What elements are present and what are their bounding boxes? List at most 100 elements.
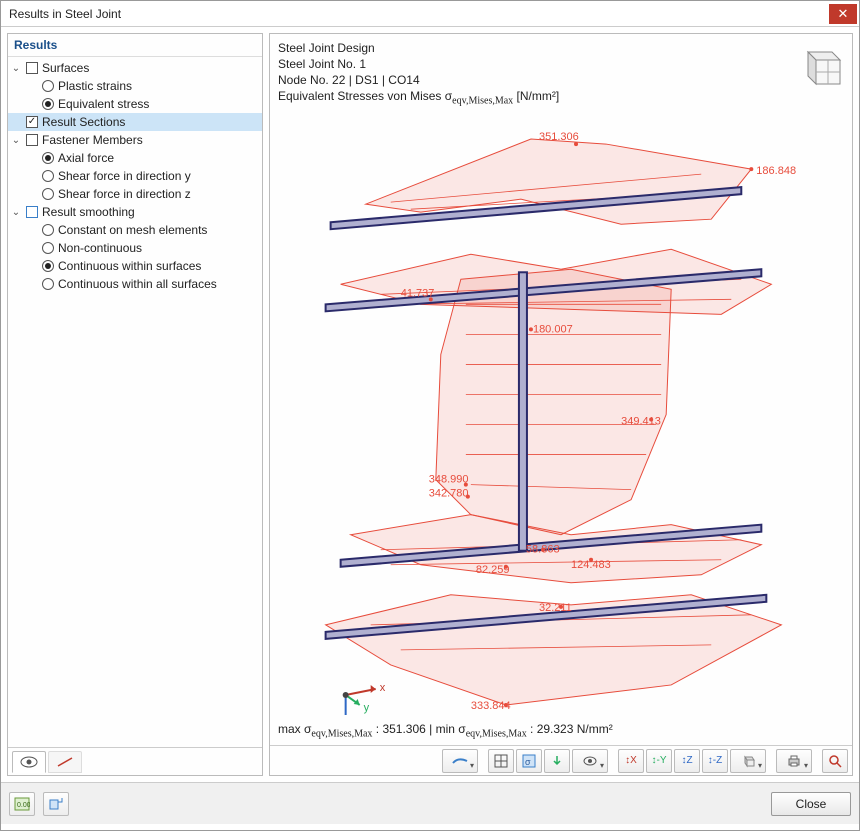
export-icon (48, 797, 64, 811)
dialog-bottombar: 0.00 Close (1, 782, 859, 824)
grid-icon (494, 754, 508, 768)
annotation: 342.780 (429, 488, 469, 500)
tree-label: Shear force in direction z (58, 187, 191, 201)
tree-item-shear-z[interactable]: Shear force in direction z (8, 185, 262, 203)
tree-label: Shear force in direction y (58, 169, 191, 183)
view-neg-z-button[interactable]: ↕-Z (702, 749, 728, 773)
tree-label: Constant on mesh elements (58, 223, 207, 237)
zoom-extents-button[interactable] (822, 749, 848, 773)
show-loads-button[interactable] (544, 749, 570, 773)
close-button[interactable]: Close (771, 792, 851, 816)
tree-label: Plastic strains (58, 79, 132, 93)
tree-group-fastener[interactable]: ⌄ Fastener Members (8, 131, 262, 149)
annotation: 186.848 (756, 165, 796, 177)
values-icon: σ (522, 754, 536, 768)
tree-label: Continuous within surfaces (58, 259, 201, 273)
tree-item-axial-force[interactable]: Axial force (8, 149, 262, 167)
annotation: 41.737 (401, 287, 435, 299)
annotation: 82.259 (476, 564, 510, 576)
view-neg-y-button[interactable]: ↕-Y (646, 749, 672, 773)
tree-item-continuous-all[interactable]: Continuous within all surfaces (8, 275, 262, 293)
annotation: 58.863 (526, 544, 560, 556)
annotation: 333.844 (471, 700, 511, 712)
cube-icon (741, 754, 755, 768)
tree-item-constant-mesh[interactable]: Constant on mesh elements (8, 221, 262, 239)
annotation: 349.413 (621, 416, 661, 428)
radio[interactable] (42, 188, 54, 200)
annotation: 180.007 (533, 323, 573, 335)
radio[interactable] (42, 224, 54, 236)
tree-item-non-continuous[interactable]: Non-continuous (8, 239, 262, 257)
view-mode-button[interactable] (442, 749, 478, 773)
tree-item-continuous-surfaces[interactable]: Continuous within surfaces (8, 257, 262, 275)
svg-text:y: y (364, 702, 370, 714)
viewer-canvas[interactable]: 351.306 186.848 41.737 180.007 349.413 3… (270, 104, 852, 715)
radio[interactable] (42, 278, 54, 290)
viewer-subtitle: Steel Joint No. 1 (278, 56, 852, 72)
radio[interactable] (42, 242, 54, 254)
tree-label: Surfaces (42, 61, 89, 75)
chevron-down-icon: ⌄ (10, 62, 22, 74)
load-icon (550, 754, 564, 768)
tree-group-smoothing[interactable]: ⌄ Result smoothing (8, 203, 262, 221)
export-button[interactable] (43, 792, 69, 816)
results-tree: ⌄ Surfaces Plastic strains Equivalent st… (8, 57, 262, 747)
annotation: 124.483 (571, 559, 611, 571)
sidebar-header: Results (8, 34, 262, 57)
viewer-info: Node No. 22 | DS1 | CO14 (278, 72, 852, 88)
svg-text:x: x (380, 682, 386, 694)
view-iso-button[interactable] (730, 749, 766, 773)
tree-item-shear-y[interactable]: Shear force in direction y (8, 167, 262, 185)
tab-line[interactable] (48, 751, 82, 773)
viewer-panel: Steel Joint Design Steel Joint No. 1 Nod… (269, 33, 853, 776)
tree-label: Result smoothing (42, 205, 135, 219)
printer-icon (787, 754, 801, 768)
units-icon: 0.00 (14, 797, 30, 811)
annotation: 348.990 (429, 474, 469, 486)
tab-view[interactable] (12, 751, 46, 773)
display-options-button[interactable] (572, 749, 608, 773)
window-close-button[interactable]: ✕ (829, 4, 857, 24)
tree-label: Fastener Members (42, 133, 143, 147)
viewer-minmax: max σeqv,Mises,Max : 351.306 | min σeqv,… (278, 722, 613, 739)
grid-button[interactable] (488, 749, 514, 773)
axis-triad: x y z (342, 682, 386, 715)
navigation-cube[interactable] (796, 42, 844, 90)
checkbox[interactable] (26, 206, 38, 218)
checkbox[interactable] (26, 62, 38, 74)
view-x-button[interactable]: ↕X (618, 749, 644, 773)
values-button[interactable]: σ (516, 749, 542, 773)
radio[interactable] (42, 170, 54, 182)
eye-icon (20, 756, 38, 768)
chevron-down-icon: ⌄ (10, 206, 22, 218)
view-z-button[interactable]: ↕Z (674, 749, 700, 773)
tree-group-surfaces[interactable]: ⌄ Surfaces (8, 59, 262, 77)
annotation: 351.306 (539, 131, 579, 143)
viewer-title: Steel Joint Design (278, 40, 852, 56)
units-button[interactable]: 0.00 (9, 792, 35, 816)
line-icon (56, 756, 74, 768)
tree-item-equivalent-stress[interactable]: Equivalent stress (8, 95, 262, 113)
tree-label: Result Sections (42, 115, 125, 129)
window-title: Results in Steel Joint (9, 7, 829, 21)
checkbox[interactable] (26, 116, 38, 128)
tree-item-result-sections[interactable]: Result Sections (8, 113, 262, 131)
radio[interactable] (42, 152, 54, 164)
tree-item-plastic-strains[interactable]: Plastic strains (8, 77, 262, 95)
chevron-down-icon: ⌄ (10, 134, 22, 146)
eye-icon (583, 754, 597, 768)
magnifier-icon (828, 754, 842, 768)
radio[interactable] (42, 98, 54, 110)
radio[interactable] (42, 80, 54, 92)
surface-icon (452, 755, 468, 767)
viewer-header: Steel Joint Design Steel Joint No. 1 Nod… (270, 34, 852, 109)
checkbox[interactable] (26, 134, 38, 146)
tree-label: Non-continuous (58, 241, 142, 255)
print-button[interactable] (776, 749, 812, 773)
svg-text:σ: σ (525, 757, 531, 767)
tree-label: Equivalent stress (58, 97, 149, 111)
radio[interactable] (42, 260, 54, 272)
svg-text:0.00: 0.00 (17, 802, 30, 809)
sidebar-panel: Results ⌄ Surfaces Plastic strains Equiv… (7, 33, 263, 776)
viewer-toolbar: σ ↕X ↕-Y ↕Z ↕-Z (270, 745, 852, 775)
